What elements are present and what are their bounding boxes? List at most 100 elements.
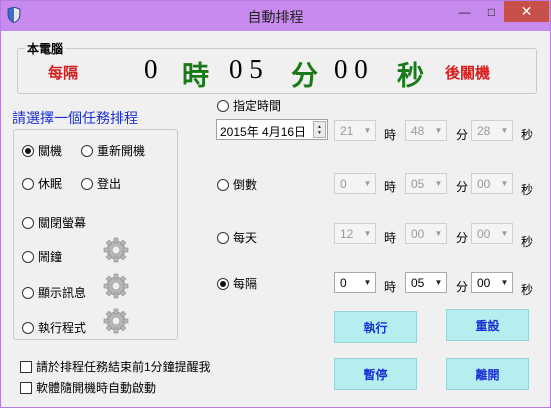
specific-minute-value: 48 — [411, 124, 425, 138]
radio-circle — [217, 99, 229, 112]
daily-hour-select[interactable]: 12 ▼ — [334, 223, 376, 244]
alarm-settings-gear-icon[interactable] — [103, 237, 129, 263]
spin-down-icon[interactable]: ▼ — [317, 130, 322, 136]
schedule-daily-radio[interactable]: 每天 — [217, 229, 257, 246]
countdown-minute-value: 05 — [411, 177, 425, 191]
unit-hour: 時 — [384, 180, 397, 194]
specific-second-select[interactable]: 28 ▼ — [471, 120, 513, 141]
task-run-program-label: 執行程式 — [38, 321, 87, 335]
maximize-button[interactable]: □ — [478, 1, 505, 22]
countdown-group-label: 本電腦 — [25, 40, 66, 57]
task-logout-radio[interactable]: 登出 — [81, 175, 121, 192]
radio-circle — [217, 178, 229, 191]
chevron-down-icon: ▼ — [500, 229, 509, 238]
unit-hour: 時 — [384, 280, 397, 294]
specific-minute-select[interactable]: 48 ▼ — [405, 120, 447, 141]
chevron-down-icon: ▼ — [500, 126, 509, 135]
autostart-checkbox[interactable]: 軟體隨開機時自動啟動 — [20, 379, 156, 396]
unit-second: 秒 — [521, 128, 534, 142]
task-restart-label: 重新開機 — [97, 144, 146, 158]
date-value: 2015年 4月16日 — [220, 125, 307, 139]
remind-before-end-checkbox[interactable]: 請於排程任務結束前1分鐘提醒我 — [20, 358, 211, 375]
task-run-program-radio[interactable]: 執行程式 — [22, 319, 86, 336]
interval-hour-select[interactable]: 0 ▼ — [334, 272, 376, 293]
exit-button[interactable]: 離開 — [446, 358, 529, 390]
minimize-button[interactable]: — — [451, 1, 478, 22]
schedule-countdown-radio[interactable]: 倒數 — [217, 176, 257, 193]
unit-minute: 分 — [456, 231, 469, 245]
radio-circle — [22, 286, 34, 299]
close-button[interactable]: ✕ — [504, 1, 549, 22]
task-screen-off-label: 關閉螢幕 — [38, 216, 87, 230]
specific-hour-select[interactable]: 21 ▼ — [334, 120, 376, 141]
run-button[interactable]: 執行 — [334, 311, 417, 343]
countdown-hours: 0 — [144, 54, 158, 84]
radio-circle — [22, 321, 34, 334]
task-logout-label: 登出 — [97, 177, 122, 191]
daily-second-select[interactable]: 00 ▼ — [471, 223, 513, 244]
countdown-hour-select[interactable]: 0 ▼ — [334, 173, 376, 194]
chevron-down-icon: ▼ — [363, 126, 372, 135]
date-spinner[interactable]: ▲ ▼ — [313, 121, 326, 138]
countdown-suffix: 後關機 — [445, 65, 491, 82]
title-bar[interactable]: 自動排程 — □ ✕ — [1, 1, 550, 31]
schedule-interval-radio[interactable]: 每隔 — [217, 275, 257, 292]
task-hibernate-radio[interactable]: 休眠 — [22, 175, 62, 192]
radio-circle — [217, 231, 229, 244]
date-picker[interactable]: 2015年 4月16日 ▲ ▼ — [216, 119, 328, 140]
radio-circle — [22, 250, 34, 263]
chevron-down-icon: ▼ — [434, 229, 443, 238]
task-message-label: 顯示訊息 — [38, 286, 87, 300]
chevron-down-icon: ▼ — [363, 278, 372, 287]
reset-button[interactable]: 重設 — [446, 309, 529, 341]
radio-circle — [22, 144, 34, 157]
unit-minute: 分 — [456, 128, 469, 142]
chevron-down-icon: ▼ — [363, 229, 372, 238]
unit-second: 秒 — [521, 283, 534, 297]
task-alarm-label: 鬧鐘 — [38, 250, 63, 264]
unit-hour: 時 — [384, 128, 397, 142]
countdown-minute-select[interactable]: 05 ▼ — [405, 173, 447, 194]
unit-second: 秒 — [521, 235, 534, 249]
unit-hour: 時 — [384, 231, 397, 245]
chevron-down-icon: ▼ — [434, 278, 443, 287]
countdown-second-select[interactable]: 00 ▼ — [471, 173, 513, 194]
schedule-daily-label: 每天 — [233, 231, 258, 245]
countdown-second-value: 00 — [477, 177, 491, 191]
radio-circle — [217, 277, 229, 290]
chevron-down-icon: ▼ — [434, 179, 443, 188]
chevron-down-icon: ▼ — [363, 179, 372, 188]
task-section-title: 請選擇一個任務排程 — [12, 110, 138, 126]
chevron-down-icon: ▼ — [500, 278, 509, 287]
interval-hour-value: 0 — [340, 276, 347, 290]
schedule-interval-label: 每隔 — [233, 277, 258, 291]
chevron-down-icon: ▼ — [500, 179, 509, 188]
task-screen-off-radio[interactable]: 關閉螢幕 — [22, 214, 86, 231]
program-settings-gear-icon[interactable] — [103, 308, 129, 334]
task-restart-radio[interactable]: 重新開機 — [81, 142, 145, 159]
unit-minute: 分 — [456, 180, 469, 194]
chevron-down-icon: ▼ — [434, 126, 443, 135]
task-message-radio[interactable]: 顯示訊息 — [22, 284, 86, 301]
task-alarm-radio[interactable]: 鬧鐘 — [22, 248, 62, 265]
daily-minute-select[interactable]: 00 ▼ — [405, 223, 447, 244]
countdown-minutes-unit: 分 — [291, 61, 318, 92]
pause-button[interactable]: 暫停 — [334, 358, 417, 390]
task-shutdown-radio[interactable]: 關機 — [22, 142, 62, 159]
interval-minute-value: 05 — [411, 276, 425, 290]
countdown-seconds: 0 0 — [334, 54, 368, 84]
schedule-specific-time-label: 指定時間 — [233, 99, 282, 113]
countdown-hour-value: 0 — [340, 177, 347, 191]
radio-circle — [81, 177, 93, 190]
task-options-box — [13, 129, 178, 340]
interval-minute-select[interactable]: 05 ▼ — [405, 272, 447, 293]
unit-second: 秒 — [521, 183, 534, 197]
schedule-specific-time-radio[interactable]: 指定時間 — [217, 97, 281, 114]
task-shutdown-label: 關機 — [38, 144, 63, 158]
radio-circle — [22, 177, 34, 190]
unit-minute: 分 — [456, 280, 469, 294]
message-settings-gear-icon[interactable] — [103, 273, 129, 299]
interval-second-select[interactable]: 00 ▼ — [471, 272, 513, 293]
daily-hour-value: 12 — [340, 227, 354, 241]
checkbox-box — [20, 381, 32, 394]
